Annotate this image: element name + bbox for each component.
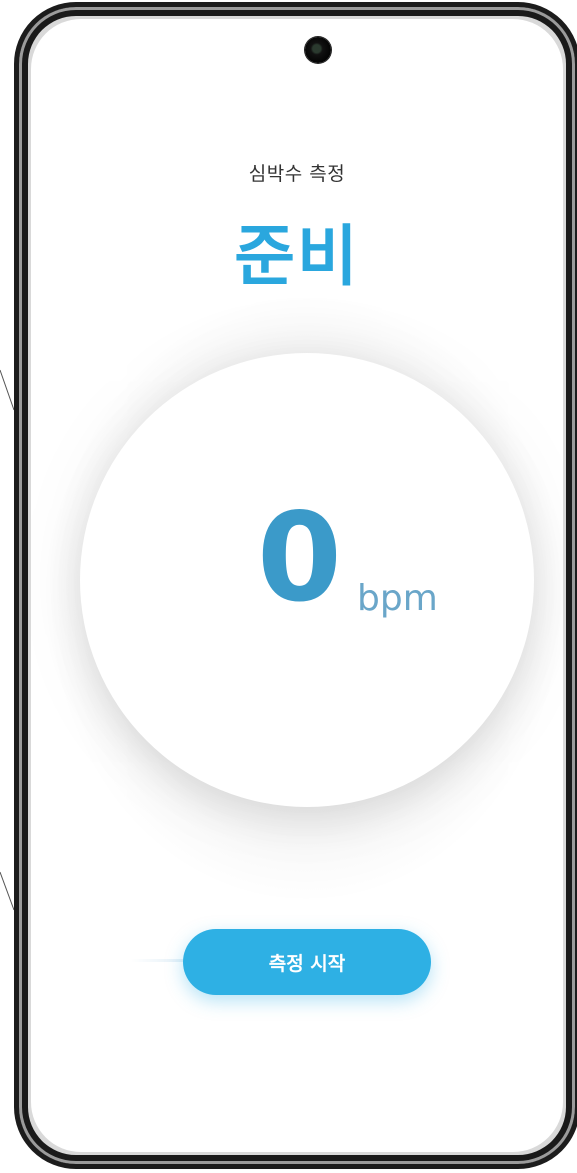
bpm-value: 0 [257,487,342,629]
phone-frame: 심박수 측정 준비 0 bpm 측정 시작 [14,2,577,1169]
status-text: 준비 [234,218,360,295]
phone-screen: 심박수 측정 준비 0 bpm 측정 시작 [31,19,563,1152]
decorative-streak [131,959,191,962]
bpm-unit: bpm [357,578,438,619]
page-title: 심박수 측정 [248,163,346,185]
device-stage: 심박수 측정 준비 0 bpm 측정 시작 [0,0,577,1173]
front-camera-icon [305,37,331,63]
start-measurement-button[interactable]: 측정 시작 [183,929,431,995]
